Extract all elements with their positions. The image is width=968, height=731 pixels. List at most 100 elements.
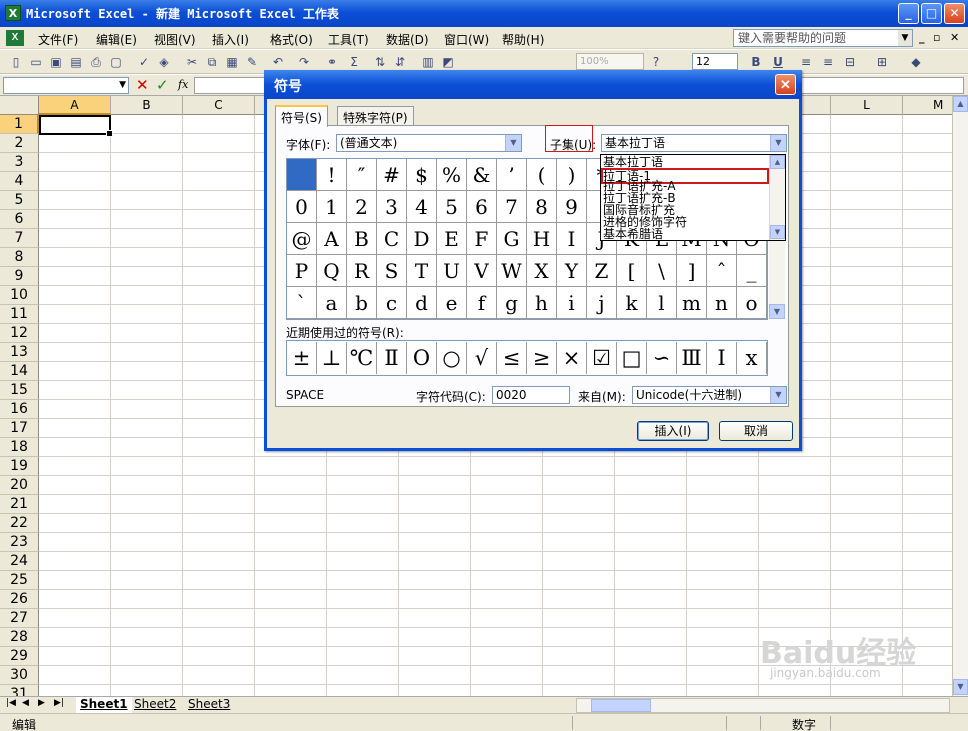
cancel-button[interactable]: 取消 [719,421,793,441]
symbol-cell[interactable]: I [557,223,587,255]
symbol-cell[interactable]: b [347,287,377,319]
last-sheet-icon[interactable]: ▶| [54,698,64,708]
symbol-cell[interactable]: 1 [317,191,347,223]
row-header[interactable]: 30 [0,666,39,685]
symbol-cell[interactable]: C [377,223,407,255]
row-header[interactable]: 17 [0,419,39,438]
symbol-cell[interactable]: 7 [497,191,527,223]
cancel-entry-icon[interactable]: ✕ [136,76,149,94]
symbol-cell[interactable]: \ [647,255,677,287]
fill-color-icon[interactable]: ◆ [908,54,924,70]
char-code-input[interactable]: 0020 [492,386,570,404]
zoom-select[interactable]: 100% [576,53,644,70]
menu-format[interactable]: 格式(O) [270,31,313,48]
select-all-corner[interactable] [0,96,39,115]
subset-option[interactable]: 基本拉丁语 [603,156,663,168]
column-header-l[interactable]: L [831,96,903,115]
subset-select[interactable]: 基本拉丁语 ▼ [601,134,787,152]
tab-special-characters[interactable]: 特殊字符(P) [337,106,414,126]
symbol-cell[interactable]: [ [617,255,647,287]
recent-symbol-cell[interactable]: ☑ [587,342,617,374]
sort-descending-icon[interactable]: ⇵ [392,54,408,70]
recent-symbols[interactable]: ± ⊥ ℃ Ⅱ O ○ √ ≤ ≥ × ☑ □ ∽ Ⅲ Ⅰx [286,340,768,376]
symbol-cell[interactable]: n [707,287,737,319]
excel-icon[interactable]: X [5,5,21,21]
symbol-cell[interactable]: 9 [557,191,587,223]
align-left-icon[interactable]: ≡ [798,54,814,70]
scroll-down-icon[interactable]: ▼ [770,225,785,239]
symbol-cell[interactable]: d [407,287,437,319]
column-header-b[interactable]: B [111,96,183,115]
symbol-cell[interactable]: S [377,255,407,287]
chevron-down-icon[interactable]: ▼ [119,78,126,93]
symbol-cell[interactable]: ] [677,255,707,287]
chevron-down-icon[interactable]: ▼ [898,30,912,46]
menu-insert[interactable]: 插入(I) [212,31,249,48]
font-select[interactable]: (普通文本) ▼ [336,134,522,152]
menu-tools[interactable]: 工具(T) [328,31,369,48]
symbol-cell[interactable]: D [407,223,437,255]
row-header[interactable]: 8 [0,248,39,267]
close-button[interactable]: ✕ [944,3,965,24]
sort-ascending-icon[interactable]: ⇅ [372,54,388,70]
symbol-cell[interactable]: a [317,287,347,319]
symbol-cell[interactable]: Z [587,255,617,287]
recent-symbol-cell[interactable]: ℃ [347,342,377,374]
spelling-icon[interactable]: ✓ [136,54,152,70]
scroll-thumb[interactable] [591,699,651,712]
hyperlink-icon[interactable]: ⚭ [324,54,340,70]
subset-dropdown-list[interactable]: 基本拉丁语 拉丁语-1 拉丁语扩充-A 拉丁语扩充-B 国际音标扩充 进格的修饰字符 基本希… [600,154,786,241]
save-icon[interactable]: ▣ [48,54,64,70]
vertical-scrollbar[interactable]: ▲ ▼ [952,96,968,696]
symbol-cell[interactable]: ’ [497,159,527,191]
row-header[interactable]: 15 [0,381,39,400]
workbook-icon[interactable]: X [6,30,24,46]
symbol-cell[interactable]: $ [407,159,437,191]
mdi-minimize-button[interactable]: _ [919,31,925,44]
open-icon[interactable]: ▭ [28,54,44,70]
recent-symbol-cell[interactable]: √ [467,342,497,374]
first-sheet-icon[interactable]: |◀ [6,698,16,708]
minimize-button[interactable]: _ [898,3,919,24]
insert-button[interactable]: 插入(I) [637,421,709,441]
symbol-cell[interactable]: ˆ [707,255,737,287]
row-header[interactable]: 1 [0,115,39,134]
new-icon[interactable]: ▯ [8,54,24,70]
symbol-cell[interactable]: _ [737,255,767,287]
scroll-down-icon[interactable]: ▼ [769,304,785,319]
recent-symbol-cell[interactable]: ⊥ [317,342,347,374]
row-header[interactable]: 27 [0,609,39,628]
scroll-up-icon[interactable]: ▲ [770,155,785,169]
row-header[interactable]: 23 [0,533,39,552]
symbol-cell[interactable]: i [557,287,587,319]
recent-symbol-cell[interactable]: ≥ [527,342,557,374]
symbol-cell[interactable]: X [527,255,557,287]
row-header[interactable]: 26 [0,590,39,609]
undo-icon[interactable]: ↶ [270,54,286,70]
menu-window[interactable]: 窗口(W) [444,31,489,48]
print-icon[interactable]: ⎙ [88,54,104,70]
symbol-cell[interactable]: f [467,287,497,319]
chevron-down-icon[interactable]: ▼ [505,135,521,151]
row-header[interactable]: 18 [0,438,39,457]
symbol-cell[interactable]: P [287,255,317,287]
symbol-cell[interactable]: A [317,223,347,255]
row-header[interactable]: 11 [0,305,39,324]
bold-button[interactable]: B [748,54,764,70]
row-header[interactable]: 7 [0,229,39,248]
mdi-close-button[interactable]: ✕ [950,31,959,44]
chevron-down-icon[interactable]: ▼ [770,135,786,151]
research-icon[interactable]: ◈ [156,54,172,70]
recent-symbol-cell[interactable]: ≤ [497,342,527,374]
from-select[interactable]: Unicode(十六进制) ▼ [632,386,787,404]
underline-button[interactable]: U [770,54,786,70]
symbol-cell[interactable]: j [587,287,617,319]
row-header[interactable]: 14 [0,362,39,381]
row-header[interactable]: 29 [0,647,39,666]
symbol-cell[interactable]: # [377,159,407,191]
row-header[interactable]: 21 [0,495,39,514]
autosum-icon[interactable]: Σ [346,54,362,70]
merge-center-icon[interactable]: ⊟ [842,54,858,70]
font-size-select[interactable]: 12 [692,53,738,70]
symbol-cell[interactable]: W [497,255,527,287]
